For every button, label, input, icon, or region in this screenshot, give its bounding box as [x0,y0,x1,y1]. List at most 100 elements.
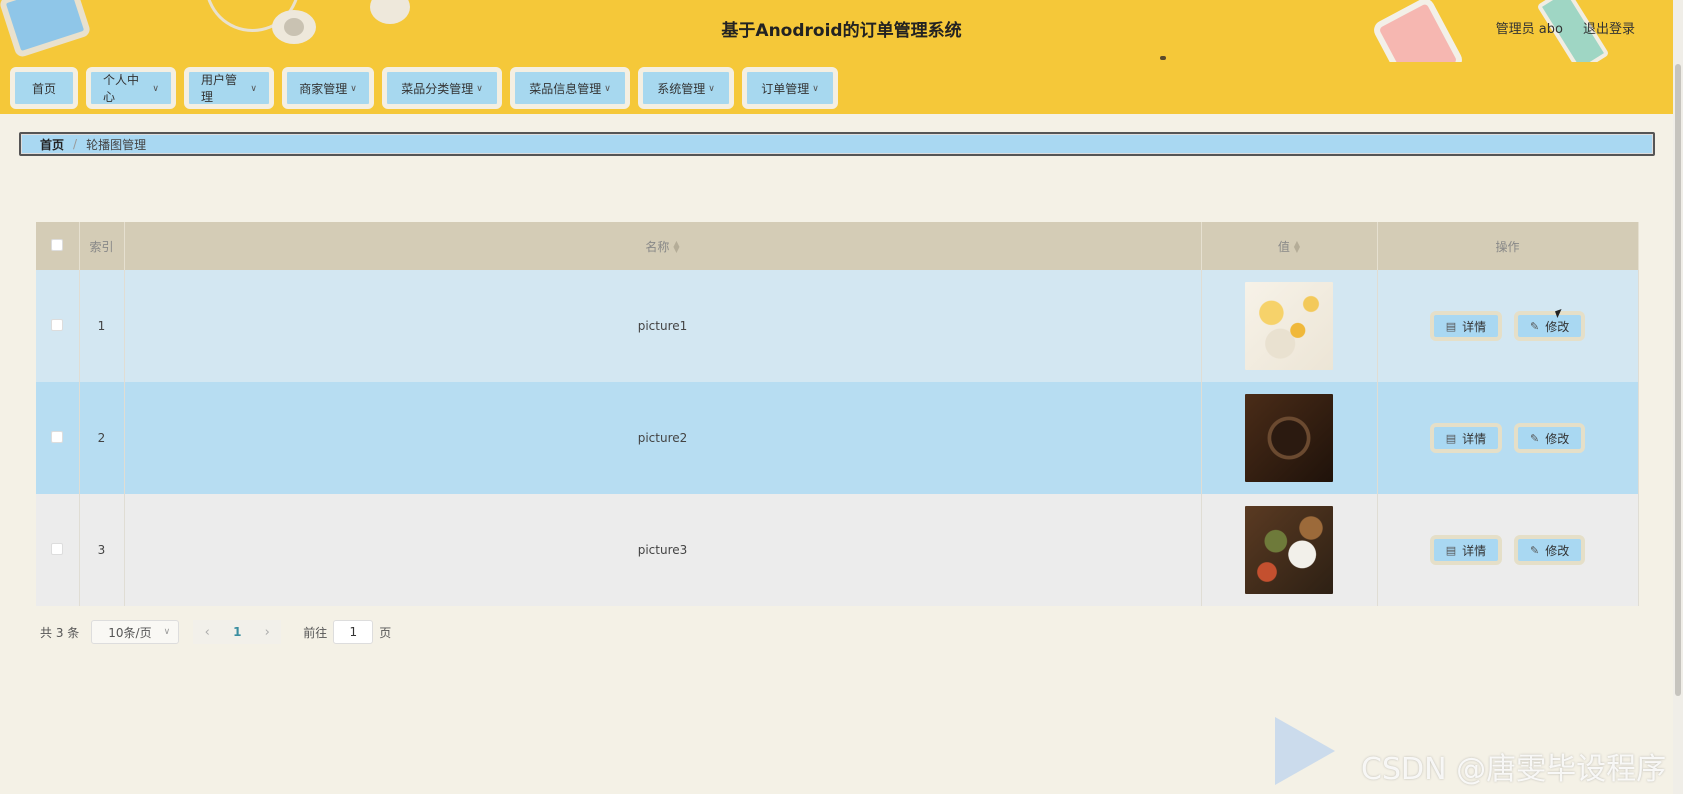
logout-link[interactable]: 退出登录 [1583,18,1635,37]
row-checkbox[interactable] [51,542,64,555]
select-all-cell [36,222,80,270]
nav-item-home[interactable]: 首页 [10,67,78,109]
breadcrumb-current: 轮播图管理 [86,137,147,152]
column-header-actions: 操作 [1377,222,1639,270]
row-value-cell [1201,494,1378,606]
row-name: picture2 [124,382,1202,494]
nav-item-label: 个人中心 [103,73,140,104]
prev-page-button[interactable]: ‹ [193,620,222,644]
chevron-down-icon: ∨ [250,84,257,94]
nav-item-label: 订单管理 [761,81,810,96]
food-image[interactable] [1245,282,1333,370]
dot-decoration-icon [1160,56,1166,60]
column-header-name[interactable]: 名称 ▲ ▼ [124,222,1202,270]
row-actions: ▤ 详情 ✎ 修改 [1377,382,1639,494]
user-area: 管理员 abo 退出登录 [1496,18,1635,37]
page-size-value: 10条/页 [108,625,152,640]
row-checkbox[interactable] [51,318,64,331]
nav-item-system-management[interactable]: 系统管理 ∨ [638,67,734,109]
pagination: 共 3 条 10条/页 ∨ ‹ 1 › 前往 页 [40,620,391,644]
column-header-label: 索引 [89,239,114,254]
button-label: 修改 [1545,431,1570,446]
detail-button[interactable]: ▤ 详情 [1429,535,1503,565]
breadcrumb-separator: / [73,137,78,151]
column-header-label: 操作 [1495,239,1520,254]
chevron-down-icon: ∨ [604,84,611,94]
row-name: picture3 [124,494,1202,606]
nav-item-label: 系统管理 [657,81,706,96]
play-logo-icon [1275,717,1335,785]
page-number-current[interactable]: 1 [221,620,254,644]
page-scrollbar[interactable] [1673,0,1683,794]
row-select-cell [36,494,80,606]
button-label: 修改 [1545,543,1570,558]
next-page-button[interactable]: › [253,620,282,644]
row-checkbox[interactable] [51,430,64,443]
nav-item-label: 菜品分类管理 [401,81,474,96]
watermark: CSDN @唐雯毕设程序 [1275,717,1667,788]
table-row: 2 picture2 ▤ 详情 ✎ 修改 [36,382,1639,494]
nav-item-personal-center[interactable]: 个人中心 ∨ [86,67,176,109]
row-actions: ▤ 详情 ✎ 修改 [1377,270,1639,382]
nav-item-label: 菜品信息管理 [529,81,602,96]
select-all-checkbox[interactable] [51,238,64,251]
button-label: 详情 [1462,319,1487,334]
row-actions: ▤ 详情 ✎ 修改 [1377,494,1639,606]
watermark-text: CSDN @唐雯毕设程序 [1361,752,1667,787]
row-value-cell [1201,270,1378,382]
button-label: 详情 [1462,431,1487,446]
table-row: 1 picture1 ▤ 详情 ✎ 修改 [36,270,1639,382]
detail-button[interactable]: ▤ 详情 [1429,423,1503,453]
pencil-icon: ✎ [1530,543,1540,557]
column-header-label: 值 [1277,239,1290,254]
edit-button[interactable]: ✎ 修改 [1514,423,1586,453]
nav-item-dish-category-management[interactable]: 菜品分类管理 ∨ [382,67,502,109]
document-icon: ▤ [1445,431,1457,445]
row-index: 2 [79,382,125,494]
pencil-icon: ✎ [1530,319,1540,333]
sort-icon[interactable]: ▲ ▼ [673,240,679,254]
table-header-row: 索引 名称 ▲ ▼ 值 ▲ ▼ 操作 [36,222,1639,270]
scrollbar-thumb[interactable] [1675,64,1681,696]
row-index: 3 [79,494,125,606]
column-header-label: 名称 [645,239,670,254]
goto-label: 前往 [303,625,328,640]
row-index: 1 [79,270,125,382]
row-value-cell [1201,382,1378,494]
row-select-cell [36,382,80,494]
edit-button[interactable]: ✎ 修改 [1514,535,1586,565]
edit-button[interactable]: ✎ 修改 [1514,311,1586,341]
chevron-down-icon: ∨ [812,84,819,94]
nav-item-label: 用户管理 [201,73,238,104]
user-label: 管理员 abo [1495,22,1563,37]
app-title: 基于Anodroid的订单管理系统 [721,21,962,41]
row-name: picture1 [124,270,1202,382]
page-unit-label: 页 [379,625,392,640]
column-header-index: 索引 [79,222,125,270]
breadcrumb: 首页 / 轮播图管理 [19,132,1655,156]
nav-item-user-management[interactable]: 用户管理 ∨ [184,67,274,109]
document-icon: ▤ [1445,319,1457,333]
document-icon: ▤ [1445,543,1457,557]
column-header-value[interactable]: 值 ▲ ▼ [1201,222,1378,270]
nav-item-order-management[interactable]: 订单管理 ∨ [742,67,838,109]
row-select-cell [36,270,80,382]
button-label: 修改 [1545,319,1570,334]
sort-icon[interactable]: ▲ ▼ [1294,240,1300,254]
chevron-down-icon: ∨ [163,627,171,637]
total-count: 共 3 条 [40,625,80,640]
chevron-down-icon: ∨ [350,84,357,94]
page-size-select[interactable]: 10条/页 ∨ [91,620,180,644]
detail-button[interactable]: ▤ 详情 [1429,311,1503,341]
chevron-down-icon: ∨ [476,84,483,94]
app-header: 基于Anodroid的订单管理系统 管理员 abo 退出登录 [0,0,1683,62]
food-image[interactable] [1245,394,1333,482]
food-image[interactable] [1245,506,1333,594]
button-label: 详情 [1462,543,1487,558]
chevron-down-icon: ∨ [708,84,715,94]
goto-page-input[interactable] [333,620,374,644]
nav-item-dish-info-management[interactable]: 菜品信息管理 ∨ [510,67,630,109]
nav-item-merchant-management[interactable]: 商家管理 ∨ [282,67,374,109]
breadcrumb-home[interactable]: 首页 [40,136,64,153]
carousel-table: 索引 名称 ▲ ▼ 值 ▲ ▼ 操作 1 picture1 ▤ 详情 ✎ 修改 2 pict… [36,222,1639,606]
